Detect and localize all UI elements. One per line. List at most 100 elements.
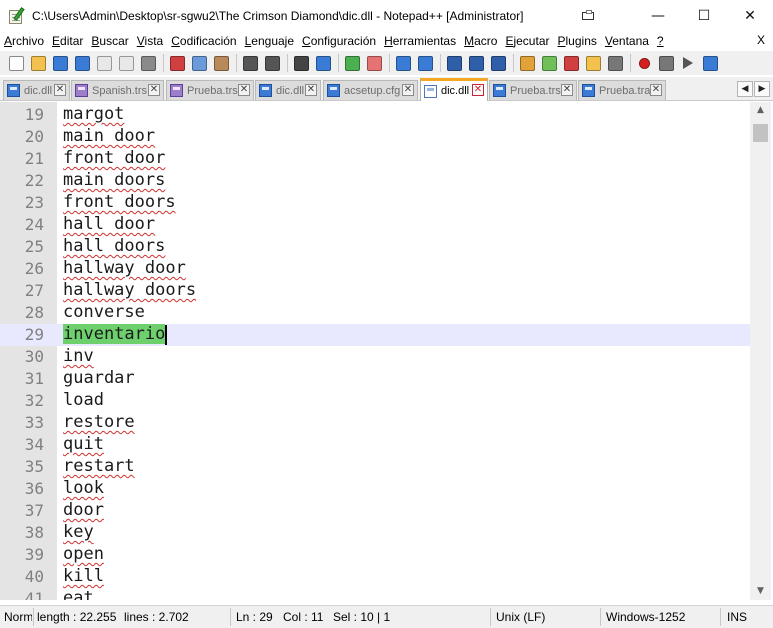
editor-line[interactable]: 30 inv xyxy=(0,346,750,368)
editor-line[interactable]: 23 front doors xyxy=(0,192,750,214)
menu-item-vista[interactable]: Vista xyxy=(133,34,167,48)
tab-scroll-left-icon[interactable]: ◀ xyxy=(737,81,753,97)
line-text[interactable]: load xyxy=(63,390,104,410)
menu-item-archivo[interactable]: Archivo xyxy=(0,34,48,48)
status-insert-mode[interactable]: INS xyxy=(727,610,747,624)
print-button[interactable] xyxy=(138,53,158,73)
redo-button[interactable] xyxy=(262,53,282,73)
record-macro-button[interactable] xyxy=(634,53,654,73)
zoom-out-button[interactable] xyxy=(364,53,384,73)
editor-line[interactable]: 22 main doors xyxy=(0,170,750,192)
map-button[interactable] xyxy=(539,53,559,73)
editor-line[interactable]: 26 hallway door xyxy=(0,258,750,280)
save-button[interactable] xyxy=(50,53,70,73)
cut-button[interactable] xyxy=(167,53,187,73)
menu-item-herramientas[interactable]: Herramientas xyxy=(380,34,460,48)
line-text[interactable]: inv xyxy=(63,346,94,366)
close-document-button[interactable]: X xyxy=(757,33,765,47)
minimize-button[interactable]: — xyxy=(635,0,681,31)
editor-line[interactable]: 34 quit xyxy=(0,434,750,456)
editor-line[interactable]: 33 restore xyxy=(0,412,750,434)
tab-close-icon[interactable]: ✕ xyxy=(402,84,414,96)
editor-line[interactable]: 35 restart xyxy=(0,456,750,478)
find-button[interactable] xyxy=(291,53,311,73)
save-all-button[interactable] xyxy=(72,53,92,73)
tab-close-icon[interactable]: ✕ xyxy=(148,84,160,96)
tab-close-icon[interactable]: ✕ xyxy=(54,84,66,96)
paste-button[interactable] xyxy=(211,53,231,73)
editor-line[interactable]: 32 load xyxy=(0,390,750,412)
line-text[interactable]: look xyxy=(63,478,104,498)
tab-prueba-trs[interactable]: Prueba.trs ✕ xyxy=(489,80,577,100)
copy-button[interactable] xyxy=(189,53,209,73)
tab-dic-dll[interactable]: dic.dll ✕ xyxy=(420,78,488,101)
line-text[interactable]: eat xyxy=(63,588,94,600)
line-text[interactable]: margot xyxy=(63,104,124,124)
editor-line[interactable]: 21 front door xyxy=(0,148,750,170)
line-text[interactable]: hallway doors xyxy=(63,280,196,300)
scroll-down-icon[interactable]: ▼ xyxy=(750,583,771,600)
word-wrap-button[interactable] xyxy=(444,53,464,73)
menu-item-[interactable]: ? xyxy=(653,34,668,48)
editor-line[interactable]: 24 hall door xyxy=(0,214,750,236)
play-macro-button[interactable] xyxy=(678,53,698,73)
editor-line[interactable]: 28 converse xyxy=(0,302,750,324)
tab-prueba-tra[interactable]: Prueba.tra ✕ xyxy=(578,80,666,100)
editor-line[interactable]: 37 door xyxy=(0,500,750,522)
maximize-button[interactable]: ☐ xyxy=(681,0,727,31)
tab-close-icon[interactable]: ✕ xyxy=(650,84,662,96)
line-text[interactable]: key xyxy=(63,522,94,542)
editor-line[interactable]: 41 eat xyxy=(0,588,750,600)
menu-item-configuracin[interactable]: Configuración xyxy=(298,34,380,48)
line-text[interactable]: hallway door xyxy=(63,258,186,278)
line-text[interactable]: hall doors xyxy=(63,236,165,256)
tab-close-icon[interactable]: ✕ xyxy=(472,84,484,96)
close-window-button[interactable]: ✕ xyxy=(727,0,773,31)
line-text[interactable]: guardar xyxy=(63,368,135,388)
tab-close-icon[interactable]: ✕ xyxy=(561,84,573,96)
open-file-button[interactable] xyxy=(28,53,48,73)
indent-guide-button[interactable] xyxy=(488,53,508,73)
line-text[interactable]: kill xyxy=(63,566,104,586)
editor-line[interactable]: 19 margot xyxy=(0,104,750,126)
define-language-button[interactable] xyxy=(517,53,537,73)
tab-prueba-trs[interactable]: Prueba.trs ✕ xyxy=(166,80,254,100)
tab-dic-dll[interactable]: dic.dll ✕ xyxy=(3,80,70,100)
line-text[interactable]: restart xyxy=(63,456,135,476)
editor-line[interactable]: 27 hallway doors xyxy=(0,280,750,302)
tab-dic-dll[interactable]: dic.dll ✕ xyxy=(255,80,321,100)
editor-line[interactable]: 39 open xyxy=(0,544,750,566)
tab-close-icon[interactable]: ✕ xyxy=(238,84,250,96)
undo-button[interactable] xyxy=(240,53,260,73)
status-eol[interactable]: Unix (LF) xyxy=(496,610,545,624)
stop-record-button[interactable] xyxy=(656,53,676,73)
menu-item-ejecutar[interactable]: Ejecutar xyxy=(501,34,553,48)
selected-text[interactable]: inventario xyxy=(63,324,166,344)
editor-line[interactable]: 40 kill xyxy=(0,566,750,588)
menu-item-macro[interactable]: Macro xyxy=(460,34,501,48)
menu-item-ventana[interactable]: Ventana xyxy=(601,34,653,48)
status-encoding[interactable]: Windows-1252 xyxy=(606,610,685,624)
sync-horizontal-button[interactable] xyxy=(415,53,435,73)
editor-line[interactable]: 25 hall doors xyxy=(0,236,750,258)
menu-item-editar[interactable]: Editar xyxy=(48,34,87,48)
function-list-button[interactable] xyxy=(561,53,581,73)
toggle-window-icon[interactable] xyxy=(582,10,598,21)
editor[interactable]: 19 margot 20 main door 21 front door 22 main do… xyxy=(0,102,773,600)
sync-vertical-button[interactable] xyxy=(393,53,413,73)
line-text[interactable]: open xyxy=(63,544,104,564)
line-text[interactable]: restore xyxy=(63,412,135,432)
tab-close-icon[interactable]: ✕ xyxy=(305,84,317,96)
line-text[interactable]: quit xyxy=(63,434,104,454)
editor-line[interactable]: 31 guardar xyxy=(0,368,750,390)
tab-scroll-right-icon[interactable]: ▶ xyxy=(754,81,770,97)
replace-button[interactable] xyxy=(313,53,333,73)
line-text[interactable]: main door xyxy=(63,126,155,146)
monitor-button[interactable] xyxy=(605,53,625,73)
show-all-chars-button[interactable] xyxy=(466,53,486,73)
line-text[interactable]: front doors xyxy=(63,192,176,212)
tab-spanish-trs[interactable]: Spanish.trs ✕ xyxy=(71,80,164,100)
tab-acsetup-cfg[interactable]: acsetup.cfg ✕ xyxy=(323,80,418,100)
editor-line[interactable]: 36 look xyxy=(0,478,750,500)
editor-line[interactable]: 38 key xyxy=(0,522,750,544)
